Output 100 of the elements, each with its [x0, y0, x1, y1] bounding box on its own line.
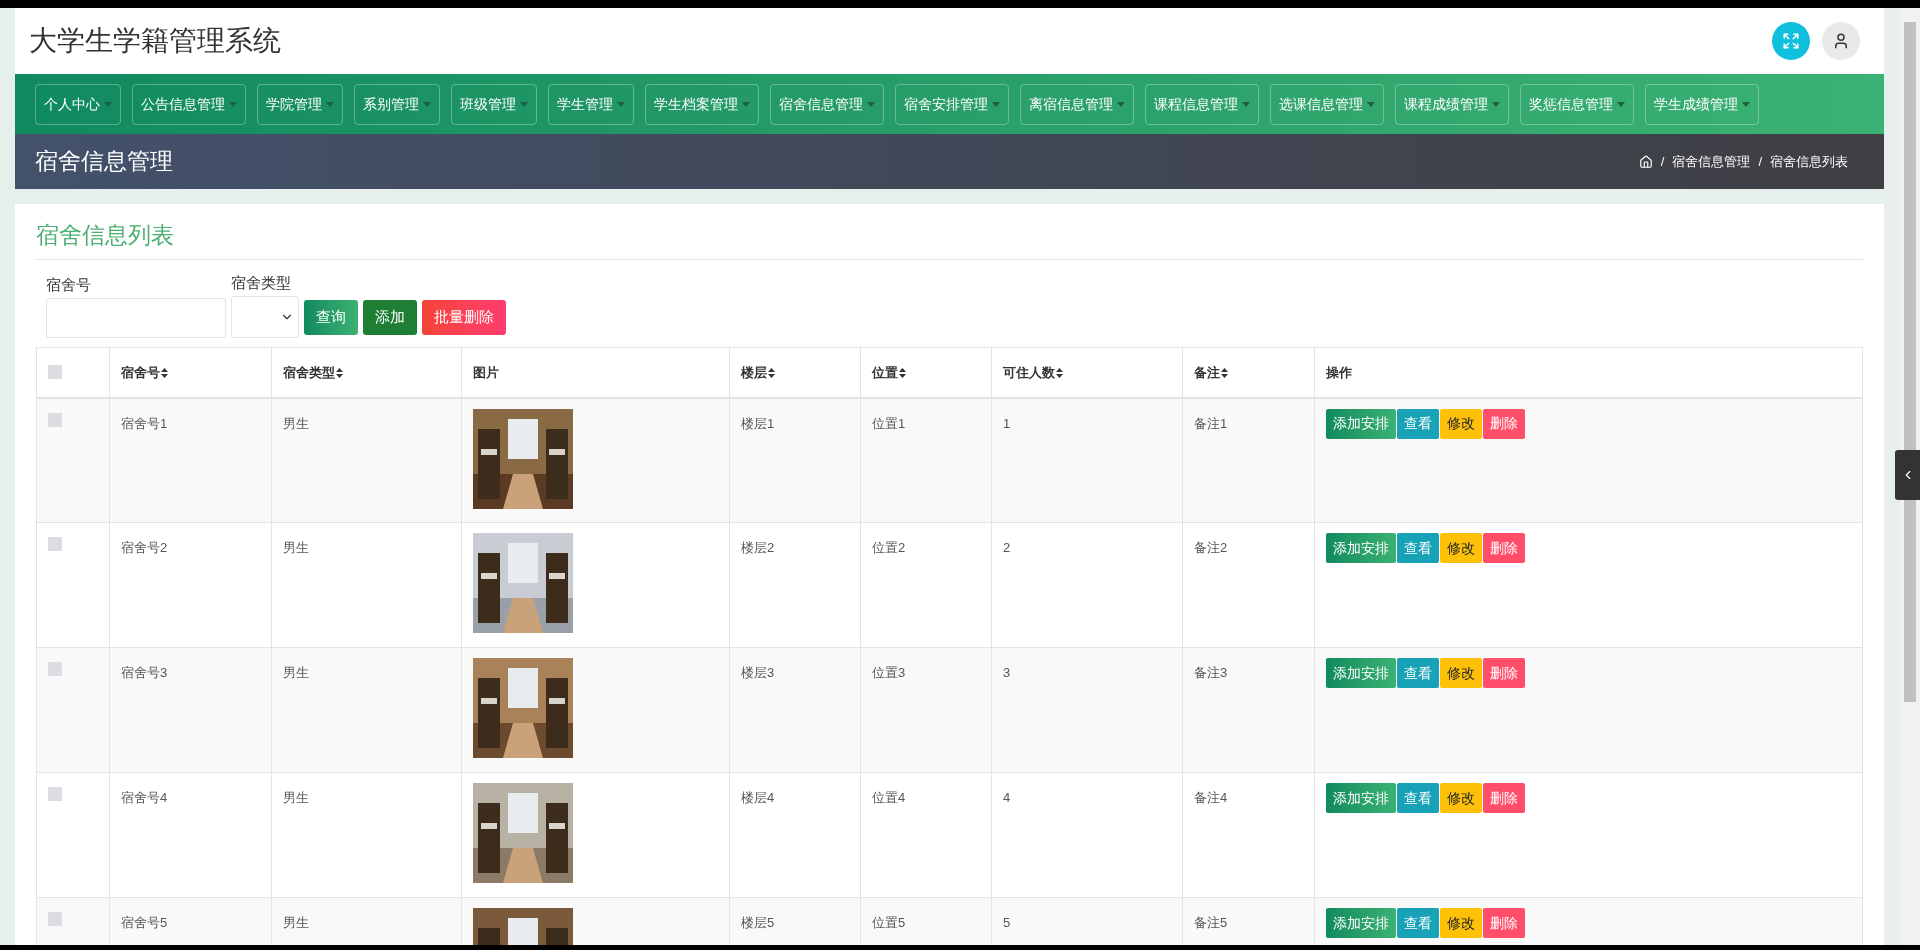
home-icon[interactable] — [1638, 154, 1653, 169]
dorm-number-input[interactable] — [46, 298, 226, 338]
sort-icon[interactable] — [161, 368, 168, 378]
nav-menu-item[interactable]: 系别管理 — [354, 83, 440, 125]
app-title: 大学生学籍管理系统 — [29, 24, 281, 58]
table-cell: 1 — [1003, 415, 1011, 431]
checkbox[interactable] — [48, 787, 62, 801]
dorm-type-select[interactable] — [231, 296, 299, 338]
caret-icon — [326, 101, 334, 107]
nav-menu-item[interactable]: 学生档案管理 — [645, 83, 759, 125]
user-icon — [1832, 32, 1850, 50]
sort-icon[interactable] — [336, 368, 343, 378]
breadcrumb-item[interactable]: 宿舍信息管理 — [1672, 151, 1751, 172]
search-button[interactable]: 查询 — [304, 300, 358, 335]
table-cell: 宿舍号1 — [121, 415, 168, 431]
column-header[interactable]: 位置 — [872, 363, 898, 383]
breadcrumb-item: 宿舍信息列表 — [1770, 152, 1848, 171]
delete-button[interactable]: 删除 — [1483, 908, 1525, 938]
sort-icon[interactable] — [768, 368, 775, 378]
caret-icon — [1367, 101, 1375, 107]
nav-menu-item[interactable]: 公告信息管理 — [132, 83, 246, 125]
arrange-button[interactable]: 添加安排 — [1326, 658, 1396, 688]
nav-menu-item[interactable]: 课程信息管理 — [1145, 83, 1259, 125]
card-title: 宿舍信息列表 — [36, 222, 174, 248]
sort-icon[interactable] — [1056, 368, 1063, 378]
table-cell: 备注5 — [1194, 915, 1228, 930]
caret-icon — [1492, 101, 1500, 107]
edit-button[interactable]: 修改 — [1440, 408, 1482, 439]
column-header[interactable]: 宿舍号 — [121, 363, 160, 383]
view-button[interactable]: 查看 — [1397, 908, 1439, 938]
sort-icon[interactable] — [1221, 368, 1228, 378]
table-cell: 备注3 — [1194, 665, 1228, 680]
table-cell: 2 — [1003, 540, 1011, 555]
caret-icon — [617, 101, 625, 107]
nav-menu-item[interactable]: 离宿信息管理 — [1020, 83, 1134, 125]
delete-button[interactable]: 删除 — [1483, 533, 1525, 563]
column-header[interactable]: 宿舍类型 — [283, 363, 335, 383]
checkbox[interactable] — [48, 662, 62, 676]
page-title: 宿舍信息管理 — [35, 147, 173, 177]
caret-icon — [1242, 101, 1250, 107]
table-cell: 备注4 — [1194, 790, 1228, 805]
nav-menu-item[interactable]: 学生成绩管理 — [1645, 83, 1759, 125]
caret-icon — [1617, 101, 1625, 107]
nav-menu-item[interactable]: 课程成绩管理 — [1395, 83, 1509, 125]
table-cell: 男生 — [283, 665, 309, 680]
nav-menu-item[interactable]: 班级管理 — [451, 83, 537, 125]
column-header[interactable]: 可住人数 — [1003, 363, 1055, 383]
nav-menu-item[interactable]: 宿舍安排管理 — [895, 83, 1009, 125]
arrange-button[interactable]: 添加安排 — [1326, 533, 1396, 563]
nav-menu-item[interactable]: 个人中心 — [35, 83, 121, 125]
arrange-button[interactable]: 添加安排 — [1326, 783, 1396, 813]
checkbox[interactable] — [48, 365, 62, 380]
caret-icon — [520, 101, 528, 107]
table-cell: 备注2 — [1194, 540, 1228, 555]
column-header: 图片 — [473, 364, 499, 383]
table-cell: 楼层4 — [741, 790, 775, 805]
fullscreen-button[interactable] — [1772, 22, 1810, 60]
table-cell: 备注1 — [1194, 415, 1228, 431]
caret-icon — [229, 101, 237, 107]
add-button[interactable]: 添加 — [363, 300, 417, 335]
edit-button[interactable]: 修改 — [1440, 658, 1482, 688]
view-button[interactable]: 查看 — [1397, 408, 1439, 439]
filter-label: 宿舍号 — [46, 274, 92, 295]
view-button[interactable]: 查看 — [1397, 658, 1439, 688]
filter-label: 宿舍类型 — [231, 272, 292, 293]
column-header[interactable]: 备注 — [1194, 363, 1220, 383]
delete-button[interactable]: 删除 — [1483, 783, 1525, 813]
view-button[interactable]: 查看 — [1397, 533, 1439, 563]
delete-button[interactable]: 删除 — [1483, 658, 1525, 688]
column-header[interactable]: 楼层 — [741, 363, 767, 383]
nav-menu-item[interactable]: 学院管理 — [257, 83, 343, 125]
caret-icon — [1742, 101, 1750, 107]
side-panel-toggle[interactable] — [1895, 450, 1920, 500]
delete-button[interactable]: 删除 — [1483, 408, 1525, 439]
checkbox[interactable] — [48, 912, 62, 926]
user-button[interactable] — [1822, 22, 1860, 60]
sort-icon[interactable] — [899, 368, 906, 378]
caret-icon — [423, 101, 431, 107]
table-cell: 男生 — [283, 790, 309, 805]
arrange-button[interactable]: 添加安排 — [1326, 408, 1396, 439]
nav-menu-item[interactable]: 奖惩信息管理 — [1520, 83, 1634, 125]
delete-button[interactable]: 批量删除 — [422, 300, 506, 335]
checkbox[interactable] — [48, 537, 62, 551]
nav-menu-item[interactable]: 宿舍信息管理 — [770, 83, 884, 125]
nav-menu-item[interactable]: 选课信息管理 — [1270, 83, 1384, 125]
scrollbar-thumb[interactable] — [1904, 22, 1916, 702]
arrange-button[interactable]: 添加安排 — [1326, 908, 1396, 938]
breadcrumb-separator: / — [1758, 152, 1762, 171]
caret-icon — [992, 101, 1000, 107]
breadcrumb-separator: / — [1660, 152, 1665, 171]
table-cell: 男生 — [283, 915, 309, 930]
table-cell: 5 — [1003, 915, 1011, 930]
edit-button[interactable]: 修改 — [1440, 783, 1482, 813]
table-cell: 宿舍号5 — [121, 915, 168, 930]
edit-button[interactable]: 修改 — [1440, 533, 1482, 563]
nav-menu-item[interactable]: 学生管理 — [548, 83, 634, 125]
table-cell: 位置1 — [872, 415, 906, 431]
checkbox[interactable] — [48, 412, 62, 427]
edit-button[interactable]: 修改 — [1440, 908, 1482, 938]
view-button[interactable]: 查看 — [1397, 783, 1439, 813]
